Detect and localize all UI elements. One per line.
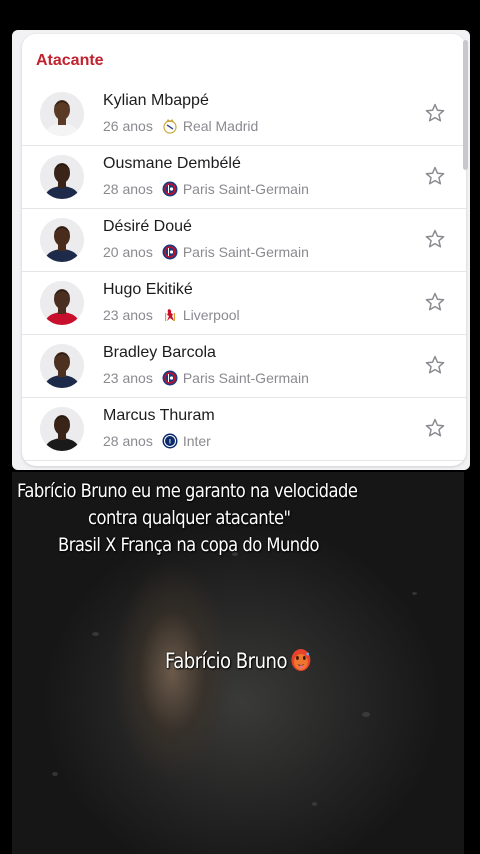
scrollbar[interactable]: [463, 40, 468, 170]
psg-crest-icon: [162, 370, 178, 386]
player-club: Paris Saint-Germain: [182, 370, 309, 386]
player-list-card: Atacante Kylian Mbappé 26 anos Real Madrid…: [22, 34, 466, 466]
favorite-star-icon[interactable]: [424, 228, 446, 250]
player-age: 28 anos: [103, 181, 153, 197]
player-club: Real Madrid: [182, 118, 259, 134]
player-row[interactable]: Kylian Mbappé 26 anos Real Madrid: [22, 83, 466, 146]
caption-line-2: contra qualquer atacante": [88, 507, 291, 529]
player-age: 20 anos: [103, 244, 153, 260]
ground-speck: [362, 712, 370, 717]
player-avatar: [40, 218, 84, 262]
player-name: Désiré Doué: [103, 218, 192, 235]
screenshot-frame: Atacante Kylian Mbappé 26 anos Real Madrid…: [12, 30, 470, 470]
player-age: 28 anos: [103, 433, 153, 449]
favorite-star-icon[interactable]: [424, 417, 446, 439]
psg-crest-icon: [162, 181, 178, 197]
player-name: Hugo Ekitiké: [103, 281, 193, 298]
hot-face-emoji-icon: [290, 648, 311, 672]
favorite-star-icon[interactable]: [424, 354, 446, 376]
player-age: 23 anos: [103, 307, 153, 323]
player-age: 23 anos: [103, 370, 153, 386]
player-avatar: [40, 407, 84, 451]
player-meta: 20 anos Paris Saint-Germain: [103, 244, 309, 260]
player-row[interactable]: Bradley Barcola 23 anos Paris Saint-Germai…: [22, 335, 466, 398]
player-name: Kylian Mbappé: [103, 92, 209, 109]
real-madrid-crest-icon: [162, 118, 178, 134]
player-name: Marcus Thuram: [103, 407, 215, 424]
player-meta: 28 anos Paris Saint-Germain: [103, 181, 309, 197]
inter-crest-icon: I: [162, 433, 178, 449]
overlay-label-line: Fabrício Bruno: [165, 648, 311, 673]
player-club: Inter: [182, 433, 211, 449]
ground-speck: [92, 632, 99, 636]
caption-line-3: Brasil X França na copa do Mundo: [58, 534, 319, 556]
player-avatar: [40, 344, 84, 388]
player-row[interactable]: Désiré Doué 20 anos Paris Saint-Germain: [22, 209, 466, 272]
player-row[interactable]: Hugo Ekitiké 23 anos Liverpool: [22, 272, 466, 335]
player-meta: 28 anos I Inter: [103, 433, 211, 449]
player-meta: 26 anos Real Madrid: [103, 118, 258, 134]
player-row[interactable]: Ousmane Dembélé 28 anos Paris Saint-Germai…: [22, 146, 466, 209]
player-row[interactable]: Marcus Thuram 28 anos I Inter: [22, 398, 466, 461]
favorite-star-icon[interactable]: [424, 165, 446, 187]
player-avatar: [40, 155, 84, 199]
favorite-star-icon[interactable]: [424, 102, 446, 124]
liverpool-crest-icon: [162, 307, 178, 323]
section-title: Atacante: [36, 52, 104, 69]
player-meta: 23 anos Paris Saint-Germain: [103, 370, 309, 386]
player-club: Paris Saint-Germain: [182, 181, 309, 197]
player-name: Ousmane Dembélé: [103, 155, 241, 172]
player-club: Liverpool: [182, 307, 240, 323]
psg-crest-icon: [162, 244, 178, 260]
favorite-star-icon[interactable]: [424, 291, 446, 313]
overlay-label: Fabrício Bruno: [165, 649, 288, 673]
caption-line-1: Fabrício Bruno eu me garanto na velocida…: [17, 480, 358, 502]
player-name: Bradley Barcola: [103, 344, 216, 361]
ground-speck: [52, 772, 58, 776]
ground-speck: [312, 802, 317, 806]
player-avatar: [40, 281, 84, 325]
player-club: Paris Saint-Germain: [182, 244, 309, 260]
ground-speck: [412, 592, 417, 595]
player-avatar: [40, 92, 84, 136]
player-age: 26 anos: [103, 118, 153, 134]
player-meta: 23 anos Liverpool: [103, 307, 240, 323]
